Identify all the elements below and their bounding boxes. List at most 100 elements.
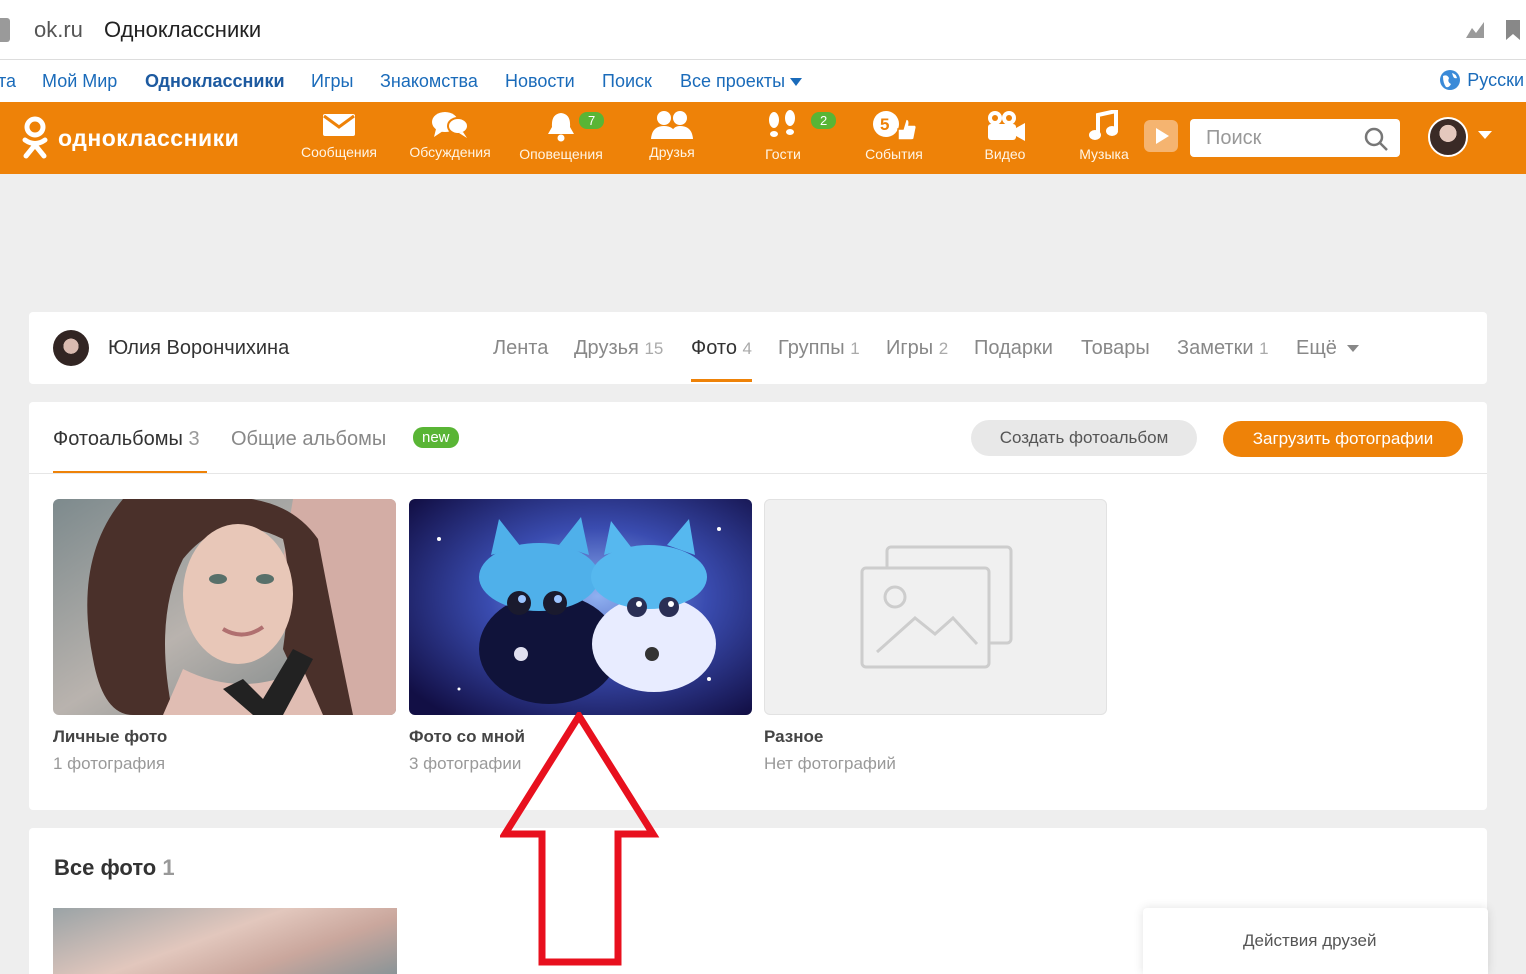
friends-activity-label: Действия друзей xyxy=(1243,931,1377,950)
upload-photos-button[interactable]: Загрузить фотографии xyxy=(1223,421,1463,457)
nav-friends-label: Друзья xyxy=(649,144,695,160)
project-link-moy-mir[interactable]: Мой Мир xyxy=(42,71,117,92)
all-photos-heading: Все фото 1 xyxy=(54,855,175,881)
tabs-divider xyxy=(29,473,1487,474)
nav-music-label: Музыка xyxy=(1079,146,1129,162)
profile-tab-gifts[interactable]: Подарки xyxy=(974,337,1053,360)
browser-address-bar: ok.ru Одноклассники xyxy=(0,0,1526,60)
language-selector[interactable]: Русски xyxy=(1439,69,1524,91)
profile-tab-photos-label: Фото xyxy=(691,337,737,359)
album-title[interactable]: Личные фото xyxy=(53,727,396,747)
album-title[interactable]: Разное xyxy=(764,727,1107,747)
profile-tab-friends[interactable]: Друзья 15 xyxy=(574,337,663,360)
user-avatar[interactable] xyxy=(1428,117,1468,157)
profile-avatar[interactable] xyxy=(53,330,89,366)
envelope-icon xyxy=(323,114,355,136)
profile-tab-goods[interactable]: Товары xyxy=(1081,337,1150,360)
nav-events[interactable]: 5 События xyxy=(844,110,944,162)
profile-tab-photos[interactable]: Фото 4 xyxy=(691,337,752,382)
svg-text:5: 5 xyxy=(880,115,889,134)
all-photos-title: Все фото xyxy=(54,855,157,880)
extension-icon[interactable] xyxy=(1464,20,1486,40)
profile-tab-notes[interactable]: Заметки 1 xyxy=(1177,337,1269,360)
chat-bubbles-icon xyxy=(432,112,469,138)
project-link-news[interactable]: Новости xyxy=(505,71,575,92)
profile-tab-goods-label: Товары xyxy=(1081,337,1150,359)
photo-thumbnail[interactable] xyxy=(53,908,397,974)
album-count: 1 фотография xyxy=(53,754,166,773)
more-chevron-down-icon xyxy=(1346,345,1359,353)
guests-badge: 2 xyxy=(809,110,839,131)
project-link-odnoklassniki[interactable]: Одноклассники xyxy=(145,71,285,92)
portrait-photo xyxy=(53,499,396,715)
profile-tab-notes-label: Заметки xyxy=(1177,337,1254,359)
profile-tab-groups-count: 1 xyxy=(850,339,860,358)
lock-icon xyxy=(0,18,10,42)
profile-tab-feed[interactable]: Лента xyxy=(493,337,548,360)
nav-discussions-label: Обсуждения xyxy=(409,144,491,160)
tab-shared-albums[interactable]: Общие альбомы xyxy=(231,428,386,451)
image-placeholder-icon xyxy=(860,545,1013,669)
nav-messages-label: Сообщения xyxy=(301,144,377,160)
profile-tab-games-count: 2 xyxy=(938,339,949,358)
albums-section: Фотоальбомы 3 Общие альбомы new Создать … xyxy=(29,402,1487,810)
project-link-games[interactable]: Игры xyxy=(311,71,353,92)
music-note-icon xyxy=(1089,110,1118,140)
address-page-title[interactable]: Одноклассники xyxy=(104,17,261,43)
logo-text: одноклассники xyxy=(58,124,240,151)
project-link-all-projects[interactable]: Все проекты xyxy=(680,71,803,92)
project-link-dating[interactable]: Знакомства xyxy=(380,71,478,92)
profile-tab-gifts-label: Подарки xyxy=(974,337,1053,359)
new-badge: new xyxy=(413,427,459,448)
header-search[interactable] xyxy=(1190,119,1400,158)
create-album-button[interactable]: Создать фотоальбом xyxy=(971,420,1197,456)
red-annotation-arrow-icon xyxy=(500,712,660,966)
globe-icon xyxy=(1440,70,1461,90)
tab-photo-albums-count: 3 xyxy=(188,428,200,450)
album-cover-with-me[interactable] xyxy=(409,499,752,715)
video-play-icon[interactable] xyxy=(1144,116,1178,156)
nav-notifications-label: Оповещения xyxy=(519,146,603,162)
video-camera-icon xyxy=(988,111,1025,141)
tab-photo-albums-label: Фотоальбомы xyxy=(53,428,183,450)
album-cover-misc[interactable] xyxy=(764,499,1107,715)
album-count: Нет фотографий xyxy=(764,754,896,773)
nav-events-label: События xyxy=(865,146,923,162)
nav-video[interactable]: Видео xyxy=(955,110,1055,162)
address-domain[interactable]: ok.ru xyxy=(34,17,83,43)
profile-tab-more-label: Ещё xyxy=(1296,337,1337,359)
nav-friends[interactable]: Друзья xyxy=(622,110,722,160)
all-photos-count: 1 xyxy=(162,855,175,880)
nav-notifications[interactable]: Оповещения 7 xyxy=(511,110,611,162)
profile-tab-more[interactable]: Ещё xyxy=(1296,337,1359,360)
nav-discussions[interactable]: Обсуждения xyxy=(400,110,500,160)
album-cover-personal[interactable] xyxy=(53,499,396,715)
projects-bar: та Мой Мир Одноклассники Игры Знакомства… xyxy=(0,60,1526,102)
nav-guests[interactable]: Гости 2 xyxy=(733,110,839,162)
profile-tab-games-label: Игры xyxy=(886,337,934,359)
ok-logo[interactable]: одноклассники xyxy=(22,116,239,160)
album-card-personal[interactable]: Личные фото 1 фотография xyxy=(53,499,396,774)
profile-name[interactable]: Юлия Ворончихина xyxy=(108,337,289,360)
profile-tab-friends-label: Друзья xyxy=(574,337,639,359)
profile-tab-friends-count: 15 xyxy=(644,339,664,358)
project-link-search[interactable]: Поиск xyxy=(602,71,652,92)
search-icon[interactable] xyxy=(1364,127,1388,151)
search-input[interactable] xyxy=(1190,119,1350,158)
friends-activity-panel[interactable]: Действия друзей xyxy=(1143,908,1488,974)
notifications-badge: 7 xyxy=(577,110,607,131)
nav-messages[interactable]: Сообщения xyxy=(289,110,389,160)
profile-tab-notes-count: 1 xyxy=(1259,339,1269,358)
album-card-misc[interactable]: Разное Нет фотографий xyxy=(764,499,1107,774)
tab-photo-albums[interactable]: Фотоальбомы 3 xyxy=(53,428,200,451)
profile-tab-games[interactable]: Игры 2 xyxy=(886,337,948,360)
profile-tab-photos-count: 4 xyxy=(742,339,752,358)
nav-guests-label: Гости xyxy=(765,146,801,162)
nav-music[interactable]: Музыка xyxy=(1054,110,1154,162)
profile-tab-groups-label: Группы xyxy=(778,337,845,359)
profile-tab-groups[interactable]: Группы 1 xyxy=(778,337,860,360)
bookmark-icon[interactable] xyxy=(1506,20,1520,40)
project-link-cut[interactable]: та xyxy=(0,71,16,92)
user-menu-chevron-icon[interactable] xyxy=(1478,131,1492,139)
chevron-down-icon xyxy=(790,78,803,86)
